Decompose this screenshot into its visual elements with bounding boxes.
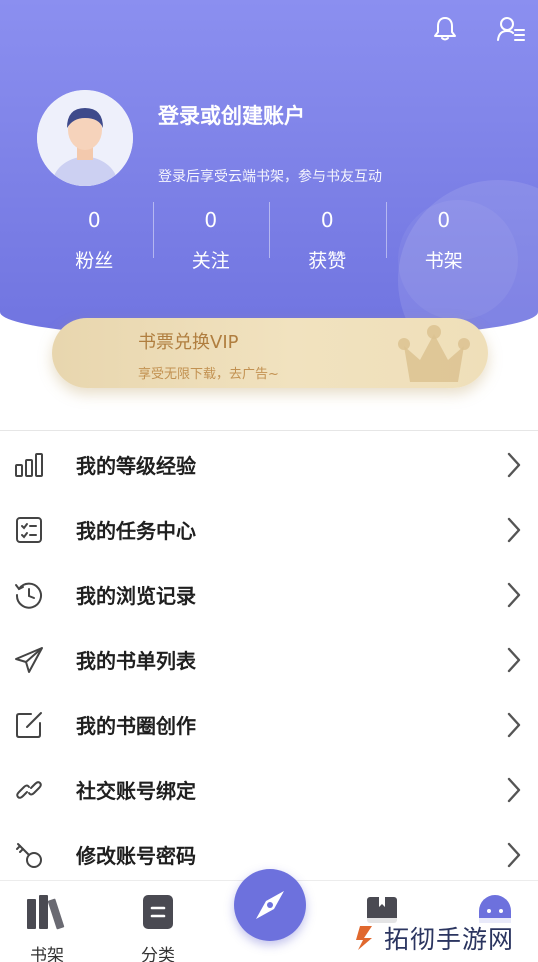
menu-item-label: 我的等级经验 [76, 454, 196, 478]
tab-category[interactable]: 分类 [118, 881, 198, 962]
vip-title: 书票兑换VIP [138, 332, 239, 353]
stat-label: 书架 [424, 250, 463, 272]
task-list-icon [12, 513, 46, 547]
stat-likes[interactable]: 0 获赞 [269, 200, 386, 280]
menu-item-label: 我的书单列表 [76, 649, 196, 673]
category-icon [141, 893, 175, 935]
compass-icon[interactable] [234, 869, 306, 941]
stat-value: 0 [204, 208, 218, 232]
user-settings-icon[interactable] [496, 14, 526, 44]
header-actions [430, 14, 526, 44]
default-avatar-icon[interactable] [37, 90, 133, 186]
stat-following[interactable]: 0 关注 [152, 200, 270, 280]
stat-label: 关注 [191, 250, 230, 272]
vip-subtitle: 享受无限下载，去广告~ [138, 367, 279, 382]
stat-value: 0 [87, 208, 101, 232]
menu-item-label: 我的任务中心 [76, 519, 196, 543]
link-icon [12, 773, 46, 807]
stat-value: 0 [437, 208, 451, 232]
stat-bookshelf[interactable]: 0 书架 [385, 200, 503, 280]
menu-item-history[interactable]: 我的浏览记录 [0, 562, 538, 627]
menu-item-level[interactable]: 我的等级经验 [0, 432, 538, 497]
menu-item-label: 社交账号绑定 [76, 779, 196, 803]
chevron-right-icon [504, 645, 524, 675]
menu-item-tasks[interactable]: 我的任务中心 [0, 497, 538, 562]
watermark-text: 拓彻手游网 [384, 925, 515, 954]
menu-item-label: 修改账号密码 [76, 844, 196, 868]
tab-label: 书架 [30, 946, 64, 962]
bookshelf-icon [25, 893, 69, 935]
level-bars-icon [12, 448, 46, 482]
key-icon [12, 838, 46, 872]
history-clock-icon [12, 578, 46, 612]
menu-item-social-binding[interactable]: 社交账号绑定 [0, 757, 538, 822]
stats-row: 0 粉丝 0 关注 0 获赞 0 书架 [36, 200, 502, 280]
chevron-right-icon [504, 580, 524, 610]
paper-plane-icon [12, 643, 46, 677]
chevron-right-icon [504, 710, 524, 740]
chevron-right-icon [504, 450, 524, 480]
menu-item-creations[interactable]: 我的书圈创作 [0, 692, 538, 757]
stat-value: 0 [320, 208, 334, 232]
chevron-right-icon [504, 775, 524, 805]
stat-fans[interactable]: 0 粉丝 [36, 200, 153, 280]
crown-icon [398, 324, 470, 388]
login-title[interactable]: 登录或创建账户 [158, 100, 305, 130]
tab-bookshelf[interactable]: 书架 [7, 881, 87, 962]
section-divider [0, 430, 538, 431]
edit-square-icon [12, 708, 46, 742]
vip-exchange-card[interactable]: 书票兑换VIP 享受无限下载，去广告~ [52, 318, 488, 388]
bell-icon[interactable] [430, 14, 460, 44]
menu-item-booklists[interactable]: 我的书单列表 [0, 627, 538, 692]
tab-label: 分类 [141, 946, 175, 962]
stat-label: 获赞 [308, 250, 347, 272]
account-menu: 我的等级经验 我的任务中心 我的浏览记录 我的书单列表 我的书圈创作 社交账号绑… [0, 432, 538, 887]
chevron-right-icon [504, 515, 524, 545]
menu-item-label: 我的书圈创作 [76, 714, 196, 738]
watermark-logo-icon [350, 924, 378, 952]
stat-label: 粉丝 [75, 250, 114, 272]
menu-item-label: 我的浏览记录 [76, 584, 196, 608]
login-subtitle: 登录后享受云端书架，参与书友互动 [158, 169, 382, 185]
site-watermark: 拓彻手游网 [350, 918, 515, 958]
profile-header: 登录或创建账户 登录后享受云端书架，参与书友互动 0 粉丝 0 关注 0 获赞 … [0, 0, 538, 340]
chevron-right-icon [504, 840, 524, 870]
